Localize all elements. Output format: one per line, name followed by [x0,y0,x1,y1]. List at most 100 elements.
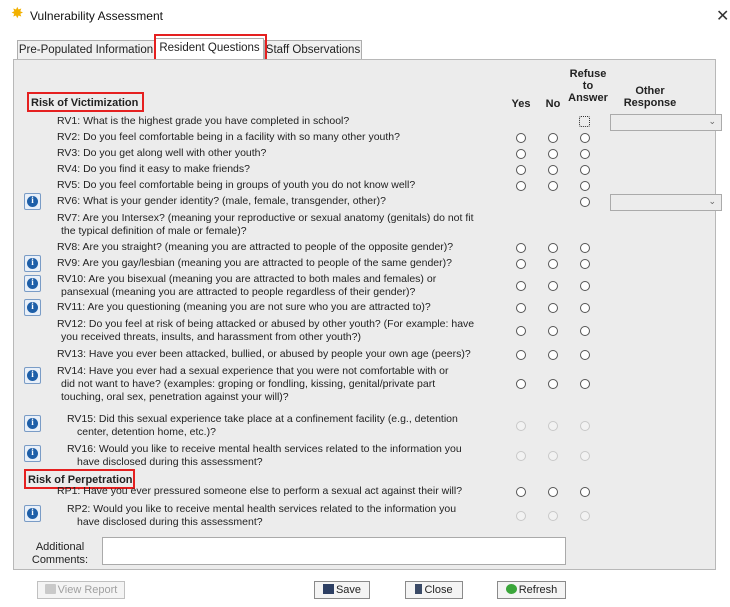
rv2-no-radio[interactable] [548,133,558,143]
additional-comments-field[interactable] [102,537,566,565]
question-text-rv1: RV1: What is the highest grade you have … [57,115,350,127]
question-text-rv15: center, detention home, etc.)? [77,426,216,438]
refresh-button[interactable]: Refresh [497,581,566,599]
info-icon: i [31,301,34,311]
rv16-info-button[interactable]: i [24,445,41,462]
rv14-yes-radio[interactable] [516,379,526,389]
question-text-rv10: RV10: Are you bisexual (meaning you are … [57,273,437,285]
rv9-info-button[interactable]: i [24,255,41,272]
rv11-refuse-radio[interactable] [580,303,590,313]
rv2-yes-radio[interactable] [516,133,526,143]
rv4-yes-radio[interactable] [516,165,526,175]
rv3-refuse-radio[interactable] [580,149,590,159]
question-text-rv14: RV14: Have you ever had a sexual experie… [57,365,449,377]
question-text-rv7: RV7: Are you Intersex? (meaning your rep… [57,212,474,224]
question-text-rv9: RV9: Are you gay/lesbian (meaning you ar… [57,257,452,269]
rv16-refuse-radio[interactable] [580,451,590,461]
rv9-no-radio[interactable] [548,259,558,269]
question-text-rv6: RV6: What is your gender identity? (male… [57,195,386,207]
rv3-no-radio[interactable] [548,149,558,159]
rp2-refuse-radio[interactable] [580,511,590,521]
rv5-no-radio[interactable] [548,181,558,191]
rv14-info-button[interactable]: i [24,367,41,384]
question-text-rv11: RV11: Are you questioning (meaning you a… [57,301,431,313]
rv3-yes-radio[interactable] [516,149,526,159]
tab-resident-questions[interactable]: Resident Questions [155,38,264,59]
rp2-info-button[interactable]: i [24,505,41,522]
tab-pre-populated-information[interactable]: Pre-Populated Information [17,40,155,59]
rv15-no-radio[interactable] [548,421,558,431]
rv10-refuse-radio[interactable] [580,281,590,291]
rv16-no-radio[interactable] [548,451,558,461]
rv8-refuse-radio[interactable] [580,243,590,253]
chevron-down-icon: ⌄ [708,196,716,206]
info-icon: i [31,447,34,457]
rp2-yes-radio[interactable] [516,511,526,521]
rv8-no-radio[interactable] [548,243,558,253]
rv15-info-button[interactable]: i [24,415,41,432]
rv8-yes-radio[interactable] [516,243,526,253]
rv11-no-radio[interactable] [548,303,558,313]
rv11-info-button[interactable]: i [24,299,41,316]
star-icon: ✸ [11,5,24,22]
additional-comments-label: Additional Comments: [31,541,89,566]
rv6-refuse-radio[interactable] [580,197,590,207]
question-text-rp2: have disclosed during this assessment? [77,516,263,528]
rv12-no-radio[interactable] [548,326,558,336]
question-text-rv15: RV15: Did this sexual experience take pl… [67,413,458,425]
rv2-refuse-radio[interactable] [580,133,590,143]
section-risk-of-victimization: Risk of Victimization [31,97,139,109]
rv13-refuse-radio[interactable] [580,350,590,360]
save-button[interactable]: Save [314,581,370,599]
rv6-other-response-dropdown[interactable]: ⌄ [610,194,722,211]
view-report-label: View Report [57,584,118,596]
rv12-refuse-radio[interactable] [580,326,590,336]
question-text-rv16: RV16: Would you like to receive mental h… [67,443,462,455]
info-icon: i [31,195,34,205]
rv4-refuse-radio[interactable] [580,165,590,175]
question-text-rv16: have disclosed during this assessment? [77,456,263,468]
rv6-info-button[interactable]: i [24,193,41,210]
rv4-no-radio[interactable] [548,165,558,175]
question-text-rv10: pansexual (meaning you are attracted to … [61,286,416,298]
rv16-yes-radio[interactable] [516,451,526,461]
tab-staff-observations[interactable]: Staff Observations [264,40,362,59]
rp1-no-radio[interactable] [548,487,558,497]
rp1-refuse-radio[interactable] [580,487,590,497]
rv1-refuse-checkbox[interactable] [579,116,590,127]
refresh-label: Refresh [518,584,558,596]
rv11-yes-radio[interactable] [516,303,526,313]
rv10-info-button[interactable]: i [24,275,41,292]
rv15-refuse-radio[interactable] [580,421,590,431]
rv13-yes-radio[interactable] [516,350,526,360]
rv13-no-radio[interactable] [548,350,558,360]
question-text-rv7: the typical definition of male or female… [61,225,247,237]
column-header-other-response: Other Response [623,85,677,109]
close-button[interactable]: Close [405,581,463,599]
rv15-yes-radio[interactable] [516,421,526,431]
question-text-rv13: RV13: Have you ever been attacked, bulli… [57,348,471,360]
rv9-refuse-radio[interactable] [580,259,590,269]
rv9-yes-radio[interactable] [516,259,526,269]
rp2-no-radio[interactable] [548,511,558,521]
close-icon[interactable]: ✕ [716,6,729,26]
close-label: Close [424,584,453,596]
window-title: Vulnerability Assessment [30,9,163,23]
question-text-rv8: RV8: Are you straight? (meaning you are … [57,241,454,253]
column-header-yes: Yes [511,98,531,110]
rv10-yes-radio[interactable] [516,281,526,291]
rv14-no-radio[interactable] [548,379,558,389]
rv10-no-radio[interactable] [548,281,558,291]
question-text-rp1: RP1: Have you ever pressured someone els… [57,485,463,497]
rv5-yes-radio[interactable] [516,181,526,191]
rp1-yes-radio[interactable] [516,487,526,497]
info-icon: i [31,369,34,379]
rv14-refuse-radio[interactable] [580,379,590,389]
rv5-refuse-radio[interactable] [580,181,590,191]
view-report-button[interactable]: View Report [37,581,125,599]
rv1-other-response-dropdown[interactable]: ⌄ [610,114,722,131]
column-header-refuse-to-answer: Refuse to Answer [568,68,608,104]
rv12-yes-radio[interactable] [516,326,526,336]
info-icon: i [31,257,34,267]
question-text-rv2: RV2: Do you feel comfortable being in a … [57,131,400,143]
